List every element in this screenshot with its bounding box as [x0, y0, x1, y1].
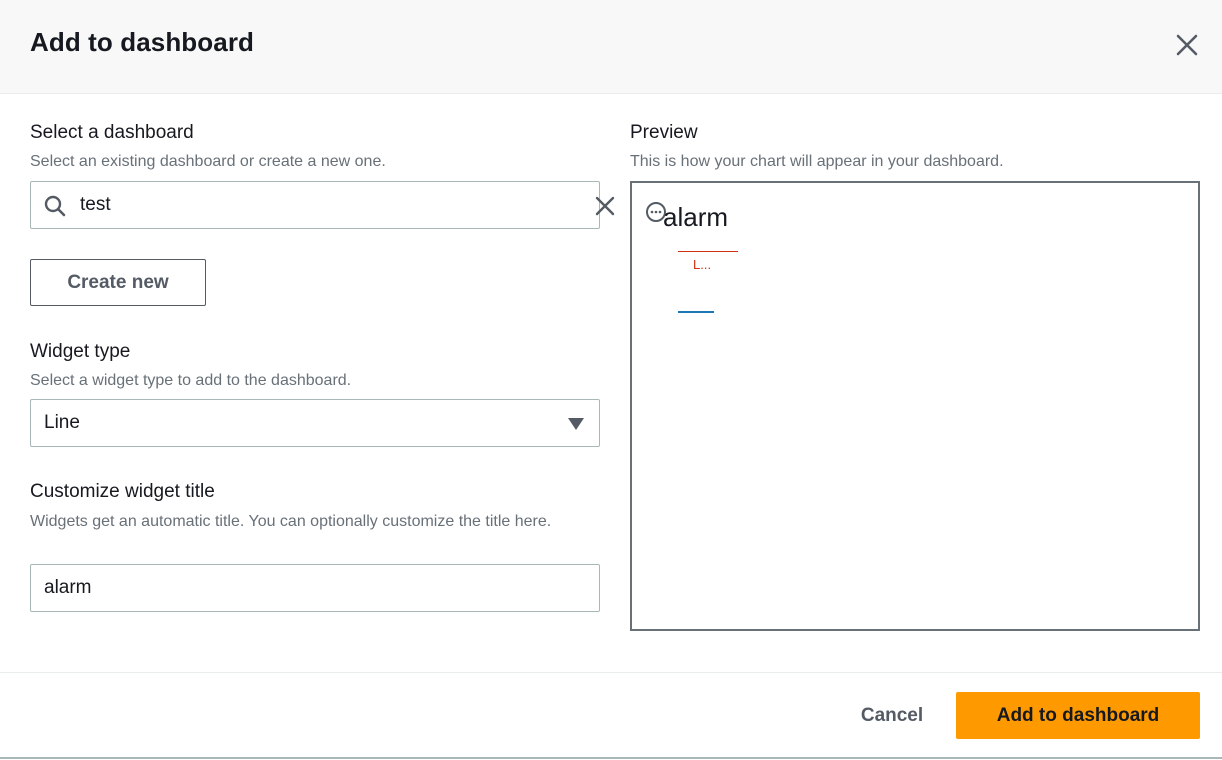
dashboard-search-input[interactable]: test [30, 181, 615, 229]
preview-chart-title: alarm [663, 202, 729, 232]
widget-type-selected-value: Line [44, 412, 80, 433]
add-to-dashboard-button[interactable]: Add to dashboard [956, 692, 1200, 739]
clear-icon[interactable] [593, 194, 617, 218]
alarm-threshold-line [678, 251, 738, 252]
cancel-button[interactable]: Cancel [844, 694, 940, 738]
caret-down-icon [568, 418, 584, 430]
preview-label: Preview [630, 122, 698, 143]
select-dashboard-description: Select an existing dashboard or create a… [30, 153, 386, 170]
footer-divider [0, 757, 1222, 759]
widget-title-description: Widgets get an automatic title. You can … [30, 513, 552, 530]
search-icon [44, 195, 66, 217]
close-icon [1176, 34, 1198, 56]
close-button[interactable] [1170, 28, 1204, 62]
modal-title: Add to dashboard [30, 27, 255, 57]
preview-panel: alarm L... [630, 181, 1200, 631]
alarm-threshold-label: L... [693, 257, 712, 272]
widget-type-label: Widget type [30, 341, 131, 362]
metric-series-line [678, 311, 714, 313]
create-new-button[interactable]: Create new [30, 259, 206, 306]
select-dashboard-label: Select a dashboard [30, 122, 194, 143]
dashboard-search-value: test [80, 194, 111, 215]
widget-type-description: Select a widget type to add to the dashb… [30, 372, 352, 389]
widget-type-select[interactable]: Line [30, 399, 600, 447]
preview-description: This is how your chart will appear in yo… [630, 153, 1004, 170]
modal-header: Add to dashboard [0, 0, 1222, 94]
add-to-dashboard-modal: Add to dashboard Select a dashboard Sele… [0, 0, 1222, 760]
modal-footer: Cancel Add to dashboard [0, 672, 1222, 759]
widget-title-label: Customize widget title [30, 481, 215, 502]
widget-title-input[interactable] [30, 564, 600, 612]
